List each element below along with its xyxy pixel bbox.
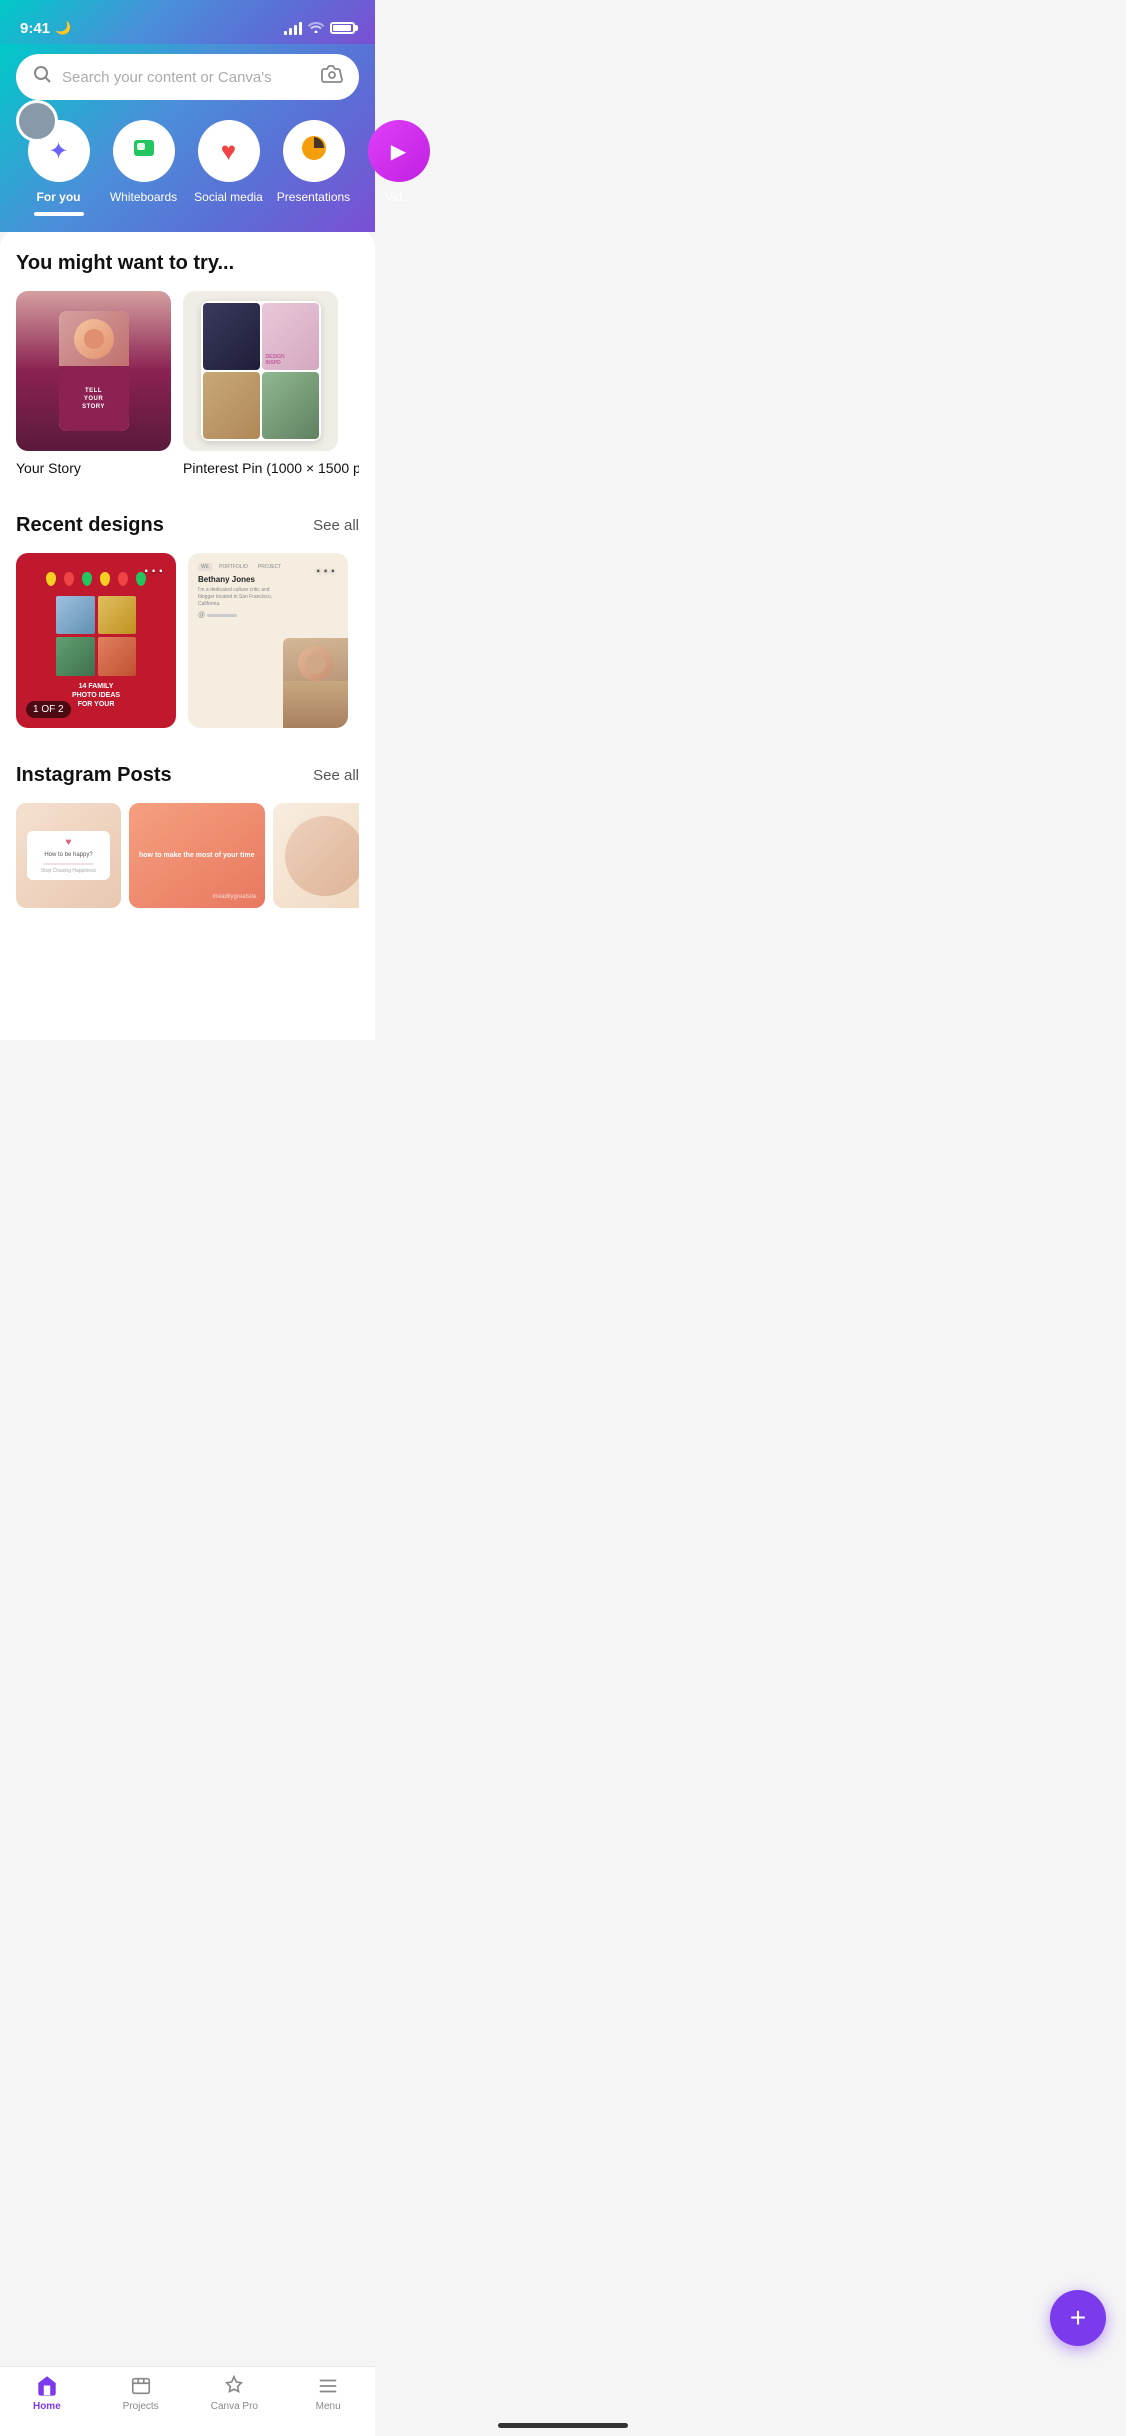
christmas-card-menu[interactable]: ··· <box>144 563 166 581</box>
whiteboards-icon-wrap <box>113 120 175 182</box>
canva-pro-icon <box>223 2375 245 2397</box>
try-card-your-story[interactable]: TELL YOUR STORY Your Story <box>16 291 171 478</box>
for-you-label: For you <box>37 190 81 204</box>
bethany-card-menu[interactable]: ··· <box>316 563 338 581</box>
status-time: 9:41 <box>20 20 50 37</box>
instagram-posts-grid: ♥ How to be happy? Stop Chasing Happines… <box>16 803 359 916</box>
status-bar: 9:41 🌙 <box>0 0 375 44</box>
search-icon <box>32 64 52 90</box>
bottom-nav: Home Projects Canva Pro Menu <box>0 2366 375 2436</box>
projects-icon <box>130 2375 152 2397</box>
nav-canva-pro-label: Canva Pro <box>211 2401 258 2412</box>
your-story-thumb: TELL YOUR STORY <box>16 291 171 451</box>
whiteboards-label: Whiteboards <box>110 190 177 204</box>
social-media-icon: ♥ <box>221 136 236 167</box>
christmas-photo-grid <box>56 596 136 676</box>
recent-see-all[interactable]: See all <box>313 517 359 534</box>
recent-section-title: Recent designs <box>16 514 164 537</box>
recent-cards-row: 14 FAMILYPHOTO IDEASFOR YOUR ··· 1 OF 2 … <box>16 553 359 736</box>
status-icons <box>284 20 355 36</box>
home-icon <box>36 2375 58 2397</box>
search-placeholder: Search your content or Canva's <box>62 69 311 86</box>
ig-post-2-text: how to make the most of your time <box>139 851 255 860</box>
recent-card-bethany[interactable]: WE PORTFOLIO PROJECT Bethany Jones I'm a… <box>188 553 348 728</box>
category-video[interactable]: ▶ Vid... <box>356 120 441 216</box>
camera-icon[interactable] <box>321 65 343 89</box>
signal-icon <box>284 22 302 35</box>
category-presentations[interactable]: Presentations <box>271 120 356 216</box>
category-row: ✦ For you Whiteboards ♥ Social media <box>16 120 359 232</box>
try-card-pinterest[interactable]: DESIGNINSPD Pinterest Pin (1000 × 1500 p… <box>183 291 359 478</box>
category-social-media[interactable]: ♥ Social media <box>186 120 271 216</box>
ig-post-card-3[interactable] <box>273 803 359 908</box>
christmas-card-badge: 1 OF 2 <box>26 701 71 718</box>
nav-menu[interactable]: Menu <box>281 2375 375 2412</box>
try-section: You might want to try... TELL <box>16 252 359 486</box>
ig-post-card-2[interactable]: how to make the most of your time #readi… <box>129 803 265 908</box>
instagram-section-header: Instagram Posts See all <box>16 764 359 787</box>
presentations-icon <box>299 133 329 170</box>
create-fab-button[interactable]: + <box>1050 2290 1106 2346</box>
ig-post-card-1[interactable]: ♥ How to be happy? Stop Chasing Happines… <box>16 803 121 908</box>
battery-icon <box>330 22 355 34</box>
nav-projects[interactable]: Projects <box>94 2375 188 2412</box>
recent-card-christmas[interactable]: 14 FAMILYPHOTO IDEASFOR YOUR ··· 1 OF 2 <box>16 553 176 728</box>
christmas-text: 14 FAMILYPHOTO IDEASFOR YOUR <box>72 682 120 709</box>
main-content: You might want to try... TELL <box>0 228 375 1040</box>
category-whiteboards[interactable]: Whiteboards <box>101 120 186 216</box>
recent-section: Recent designs See all <box>16 514 359 736</box>
nav-projects-label: Projects <box>123 2401 159 2412</box>
video-icon: ▶ <box>391 139 406 164</box>
nav-home-label: Home <box>33 2401 61 2412</box>
presentations-icon-wrap <box>283 120 345 182</box>
avatar[interactable] <box>16 100 58 142</box>
nav-home[interactable]: Home <box>0 2375 94 2412</box>
active-indicator <box>34 212 84 216</box>
search-bar[interactable]: Search your content or Canva's <box>16 54 359 100</box>
menu-icon <box>317 2375 339 2397</box>
instagram-section-title: Instagram Posts <box>16 764 172 787</box>
for-you-icon: ✦ <box>48 137 68 166</box>
home-indicator <box>498 2423 628 2428</box>
social-media-label: Social media <box>194 190 263 204</box>
fab-plus-icon: + <box>1070 2302 1086 2334</box>
social-icon-wrap: ♥ <box>198 120 260 182</box>
nav-canva-pro[interactable]: Canva Pro <box>188 2375 282 2412</box>
whiteboards-icon <box>129 133 159 170</box>
video-icon-wrap: ▶ <box>368 120 430 182</box>
instagram-see-all[interactable]: See all <box>313 767 359 784</box>
try-section-title: You might want to try... <box>16 252 359 275</box>
moon-icon: 🌙 <box>55 20 71 36</box>
wifi-icon <box>308 20 324 36</box>
try-cards-row: TELL YOUR STORY Your Story <box>16 291 359 486</box>
presentations-label: Presentations <box>277 190 350 204</box>
instagram-posts-section: Instagram Posts See all ♥ How to be happ… <box>16 764 359 916</box>
nav-menu-label: Menu <box>316 2401 341 2412</box>
your-story-label: Your Story <box>16 460 81 476</box>
header-area: Search your content or Canva's ✦ For you <box>0 44 375 232</box>
christmas-lights <box>46 572 146 586</box>
video-label: Vid... <box>385 190 412 204</box>
pinterest-thumb: DESIGNINSPD <box>183 291 338 451</box>
bethany-desc: I'm a dedicated culture critic and blogg… <box>198 587 278 608</box>
recent-section-header: Recent designs See all <box>16 514 359 537</box>
pinterest-label: Pinterest Pin (1000 × 1500 px) <box>183 460 359 476</box>
ig-post-1-text: How to be happy? <box>33 851 105 859</box>
